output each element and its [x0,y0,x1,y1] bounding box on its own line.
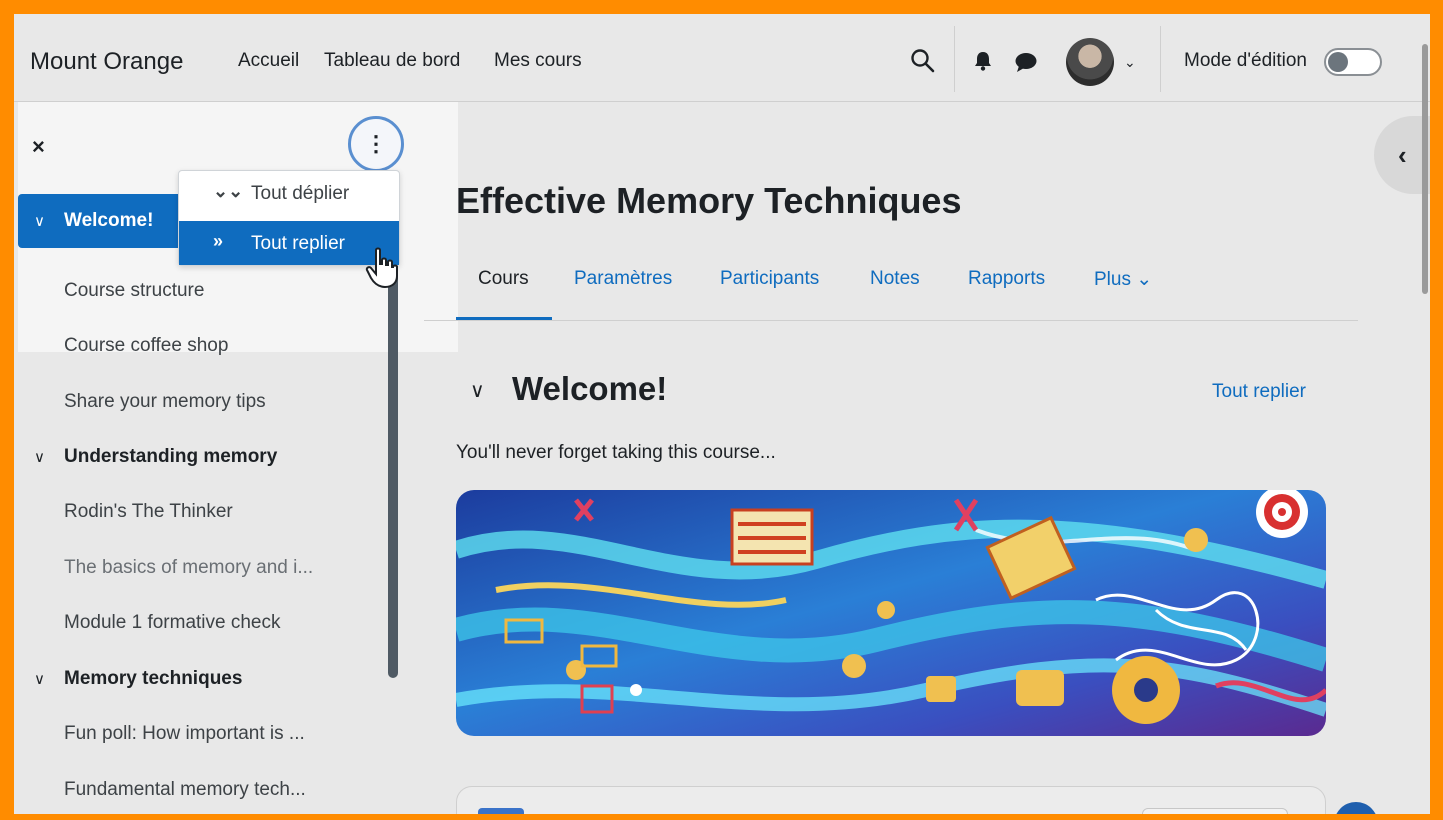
course-banner-image [456,490,1326,736]
course-index-item[interactable]: Share your memory tips [64,391,266,413]
course-index-item[interactable]: Rodin's The Thinker [64,501,233,523]
menu-item-expand-all[interactable]: ⌄⌄ Tout déplier [179,171,399,215]
active-tab-indicator [456,317,552,320]
section-summary: You'll never forget taking this course..… [456,442,776,463]
close-icon[interactable]: × [32,134,45,160]
chevron-down-icon: ∨ [34,449,45,466]
search-icon[interactable] [910,48,936,74]
page-scrollbar[interactable] [1422,44,1428,294]
toggle-knob [1328,52,1348,72]
section-label: Memory techniques [64,668,243,689]
course-index-item[interactable]: The basics of memory and i... [64,557,313,579]
course-index-item[interactable]: Fundamental memory tech... [64,779,306,801]
chevron-left-icon: ‹ [1398,140,1407,170]
tab-course[interactable]: Cours [478,268,529,290]
double-chevron-down-icon: ⌄⌄ [213,181,244,201]
nav-link-my-courses[interactable]: Mes cours [494,50,582,72]
navbar-divider [954,26,955,92]
chevron-down-icon: ∨ [34,671,45,688]
section-label: Understanding memory [64,446,278,467]
tab-more[interactable]: Plus ⌄ [1094,268,1152,291]
double-chevron-right-icon: » [213,231,224,251]
user-avatar[interactable] [1066,38,1114,86]
tab-settings[interactable]: Paramètres [574,268,672,290]
menu-item-label: Tout replier [251,233,345,254]
edit-mode-toggle[interactable] [1324,48,1382,76]
tabs-divider [424,320,1358,321]
course-index-item[interactable]: Fun poll: How important is ... [64,723,305,745]
course-index-drawer: × ⋮ ∨ Welcome! Course structure Course co… [14,102,458,814]
chevron-down-icon: ∨ [34,213,45,230]
tab-participants[interactable]: Participants [720,268,819,290]
top-navbar: Mount Orange Accueil Tableau de bord Mes… [14,14,1430,102]
section-collapse-chevron-icon[interactable]: ∨ [470,378,485,403]
edit-mode-label: Mode d'édition [1184,50,1307,71]
section-title: Welcome! [512,370,668,407]
course-index-item[interactable]: Course coffee shop [64,335,228,357]
tab-reports[interactable]: Rapports [968,268,1045,290]
navbar-divider [1160,26,1161,92]
course-index-item[interactable]: Course structure [64,280,204,302]
course-index-section-welcome[interactable]: ∨ Welcome! [18,194,184,248]
course-title: Effective Memory Techniques [456,180,962,221]
chevron-down-icon[interactable]: ⌄ [1124,54,1136,71]
app-window: Mount Orange Accueil Tableau de bord Mes… [14,14,1430,814]
chat-icon[interactable] [1014,51,1038,73]
nav-link-dashboard[interactable]: Tableau de bord [324,50,460,72]
course-index-scrollbar[interactable] [388,222,398,678]
bell-icon[interactable] [972,50,994,72]
course-index-item[interactable]: Module 1 formative check [64,612,281,634]
tab-grades[interactable]: Notes [870,268,920,290]
menu-item-label: Tout déplier [251,183,350,204]
more-options-button[interactable]: ⋮ [348,116,404,172]
course-index-section-techniques[interactable]: ∨ Memory techniques [34,668,242,690]
completion-button[interactable] [1142,808,1288,814]
activity-icon [478,808,524,814]
floating-action-button[interactable] [1334,802,1378,814]
collapse-all-link[interactable]: Tout replier [1212,381,1306,403]
nav-link-home[interactable]: Accueil [238,50,299,72]
hand-cursor-icon [365,247,398,288]
course-index-section-understanding[interactable]: ∨ Understanding memory [34,446,277,468]
section-label: Welcome! [64,210,154,231]
site-brand[interactable]: Mount Orange [30,48,183,76]
